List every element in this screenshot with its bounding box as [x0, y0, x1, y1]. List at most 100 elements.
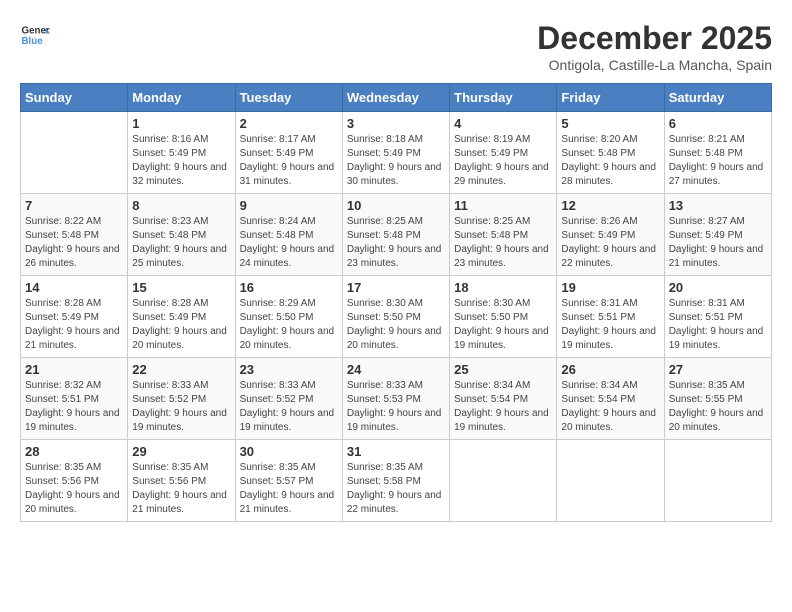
calendar-week-row: 21 Sunrise: 8:32 AMSunset: 5:51 PMDayligh…	[21, 358, 772, 440]
day-number: 19	[561, 280, 659, 295]
weekday-header-friday: Friday	[557, 84, 664, 112]
calendar-cell: 21 Sunrise: 8:32 AMSunset: 5:51 PMDayligh…	[21, 358, 128, 440]
calendar-week-row: 7 Sunrise: 8:22 AMSunset: 5:48 PMDaylight…	[21, 194, 772, 276]
day-info: Sunrise: 8:27 AMSunset: 5:49 PMDaylight:…	[669, 215, 767, 271]
day-info: Sunrise: 8:35 AMSunset: 5:56 PMDaylight:…	[132, 461, 230, 517]
weekday-header-thursday: Thursday	[450, 84, 557, 112]
calendar-cell: 6 Sunrise: 8:21 AMSunset: 5:48 PMDaylight…	[664, 112, 771, 194]
day-number: 3	[347, 116, 445, 131]
calendar-cell: 12Sunrise: 8:26 AMSunset: 5:49 PMDayligh…	[557, 194, 664, 276]
day-number: 8	[132, 198, 230, 213]
day-info: Sunrise: 8:33 AMSunset: 5:52 PMDaylight:…	[132, 379, 230, 435]
day-info: Sunrise: 8:16 AMSunset: 5:49 PMDaylight:…	[132, 133, 230, 189]
day-info: Sunrise: 8:26 AMSunset: 5:49 PMDaylight:…	[561, 215, 659, 271]
day-info: Sunrise: 8:28 AMSunset: 5:49 PMDaylight:…	[25, 297, 123, 353]
calendar-cell: 10 Sunrise: 8:25 AMSunset: 5:48 PMDayligh…	[342, 194, 449, 276]
calendar-cell	[557, 440, 664, 522]
day-number: 17	[347, 280, 445, 295]
calendar-week-row: 1Sunrise: 8:16 AMSunset: 5:49 PMDaylight…	[21, 112, 772, 194]
calendar-table: SundayMondayTuesdayWednesdayThursdayFrid…	[20, 83, 772, 522]
day-info: Sunrise: 8:18 AMSunset: 5:49 PMDaylight:…	[347, 133, 445, 189]
day-number: 18	[454, 280, 552, 295]
calendar-cell: 14Sunrise: 8:28 AMSunset: 5:49 PMDayligh…	[21, 276, 128, 358]
day-info: Sunrise: 8:33 AMSunset: 5:53 PMDaylight:…	[347, 379, 445, 435]
header: General Blue December 2025 Ontigola, Cas…	[20, 20, 772, 73]
calendar-cell: 3 Sunrise: 8:18 AMSunset: 5:49 PMDaylight…	[342, 112, 449, 194]
day-number: 20	[669, 280, 767, 295]
day-number: 31	[347, 444, 445, 459]
calendar-cell: 30 Sunrise: 8:35 AMSunset: 5:57 PMDayligh…	[235, 440, 342, 522]
calendar-title: December 2025	[537, 20, 772, 57]
day-info: Sunrise: 8:34 AMSunset: 5:54 PMDaylight:…	[561, 379, 659, 435]
weekday-header-monday: Monday	[128, 84, 235, 112]
calendar-week-row: 28 Sunrise: 8:35 AMSunset: 5:56 PMDayligh…	[21, 440, 772, 522]
calendar-cell: 5Sunrise: 8:20 AMSunset: 5:48 PMDaylight…	[557, 112, 664, 194]
day-number: 24	[347, 362, 445, 377]
weekday-header-wednesday: Wednesday	[342, 84, 449, 112]
day-number: 9	[240, 198, 338, 213]
calendar-cell: 28Sunrise: 8:35 AMSunset: 5:56 PMDayligh…	[21, 440, 128, 522]
day-number: 30	[240, 444, 338, 459]
calendar-cell	[450, 440, 557, 522]
day-info: Sunrise: 8:35 AMSunset: 5:57 PMDaylight:…	[240, 461, 338, 517]
calendar-cell: 16Sunrise: 8:29 AMSunset: 5:50 PMDayligh…	[235, 276, 342, 358]
day-number: 23	[240, 362, 338, 377]
day-info: Sunrise: 8:32 AMSunset: 5:51 PMDaylight:…	[25, 379, 123, 435]
calendar-cell: 1Sunrise: 8:16 AMSunset: 5:49 PMDaylight…	[128, 112, 235, 194]
day-number: 16	[240, 280, 338, 295]
day-info: Sunrise: 8:19 AMSunset: 5:49 PMDaylight:…	[454, 133, 552, 189]
day-info: Sunrise: 8:35 AMSunset: 5:55 PMDaylight:…	[669, 379, 767, 435]
day-info: Sunrise: 8:22 AMSunset: 5:48 PMDaylight:…	[25, 215, 123, 271]
calendar-cell	[664, 440, 771, 522]
day-info: Sunrise: 8:35 AMSunset: 5:58 PMDaylight:…	[347, 461, 445, 517]
day-info: Sunrise: 8:33 AMSunset: 5:52 PMDaylight:…	[240, 379, 338, 435]
calendar-cell: 13 Sunrise: 8:27 AMSunset: 5:49 PMDayligh…	[664, 194, 771, 276]
calendar-cell: 4Sunrise: 8:19 AMSunset: 5:49 PMDaylight…	[450, 112, 557, 194]
calendar-cell: 24 Sunrise: 8:33 AMSunset: 5:53 PMDayligh…	[342, 358, 449, 440]
weekday-header-tuesday: Tuesday	[235, 84, 342, 112]
day-info: Sunrise: 8:31 AMSunset: 5:51 PMDaylight:…	[561, 297, 659, 353]
calendar-cell: 23 Sunrise: 8:33 AMSunset: 5:52 PMDayligh…	[235, 358, 342, 440]
weekday-header-sunday: Sunday	[21, 84, 128, 112]
day-number: 28	[25, 444, 123, 459]
calendar-cell: 31 Sunrise: 8:35 AMSunset: 5:58 PMDayligh…	[342, 440, 449, 522]
calendar-cell: 9Sunrise: 8:24 AMSunset: 5:48 PMDaylight…	[235, 194, 342, 276]
day-number: 10	[347, 198, 445, 213]
calendar-cell: 22Sunrise: 8:33 AMSunset: 5:52 PMDayligh…	[128, 358, 235, 440]
day-info: Sunrise: 8:30 AMSunset: 5:50 PMDaylight:…	[347, 297, 445, 353]
day-number: 27	[669, 362, 767, 377]
day-number: 11	[454, 198, 552, 213]
calendar-cell: 2Sunrise: 8:17 AMSunset: 5:49 PMDaylight…	[235, 112, 342, 194]
day-number: 2	[240, 116, 338, 131]
calendar-cell: 25 Sunrise: 8:34 AMSunset: 5:54 PMDayligh…	[450, 358, 557, 440]
day-info: Sunrise: 8:25 AMSunset: 5:48 PMDaylight:…	[454, 215, 552, 271]
calendar-cell: 8Sunrise: 8:23 AMSunset: 5:48 PMDaylight…	[128, 194, 235, 276]
day-info: Sunrise: 8:34 AMSunset: 5:54 PMDaylight:…	[454, 379, 552, 435]
calendar-cell: 20 Sunrise: 8:31 AMSunset: 5:51 PMDayligh…	[664, 276, 771, 358]
logo-icon: General Blue	[20, 20, 50, 50]
day-number: 13	[669, 198, 767, 213]
day-number: 29	[132, 444, 230, 459]
day-info: Sunrise: 8:21 AMSunset: 5:48 PMDaylight:…	[669, 133, 767, 189]
calendar-week-row: 14Sunrise: 8:28 AMSunset: 5:49 PMDayligh…	[21, 276, 772, 358]
day-number: 6	[669, 116, 767, 131]
calendar-cell: 11 Sunrise: 8:25 AMSunset: 5:48 PMDayligh…	[450, 194, 557, 276]
calendar-cell: 17 Sunrise: 8:30 AMSunset: 5:50 PMDayligh…	[342, 276, 449, 358]
day-number: 21	[25, 362, 123, 377]
calendar-cell: 18 Sunrise: 8:30 AMSunset: 5:50 PMDayligh…	[450, 276, 557, 358]
weekday-header-saturday: Saturday	[664, 84, 771, 112]
day-info: Sunrise: 8:31 AMSunset: 5:51 PMDaylight:…	[669, 297, 767, 353]
day-number: 15	[132, 280, 230, 295]
svg-text:Blue: Blue	[22, 36, 44, 47]
day-number: 25	[454, 362, 552, 377]
day-info: Sunrise: 8:25 AMSunset: 5:48 PMDaylight:…	[347, 215, 445, 271]
calendar-cell	[21, 112, 128, 194]
logo: General Blue	[20, 20, 50, 50]
title-section: December 2025 Ontigola, Castille-La Manc…	[537, 20, 772, 73]
day-info: Sunrise: 8:28 AMSunset: 5:49 PMDaylight:…	[132, 297, 230, 353]
day-number: 7	[25, 198, 123, 213]
calendar-cell: 26 Sunrise: 8:34 AMSunset: 5:54 PMDayligh…	[557, 358, 664, 440]
day-number: 26	[561, 362, 659, 377]
calendar-cell: 19 Sunrise: 8:31 AMSunset: 5:51 PMDayligh…	[557, 276, 664, 358]
day-info: Sunrise: 8:30 AMSunset: 5:50 PMDaylight:…	[454, 297, 552, 353]
